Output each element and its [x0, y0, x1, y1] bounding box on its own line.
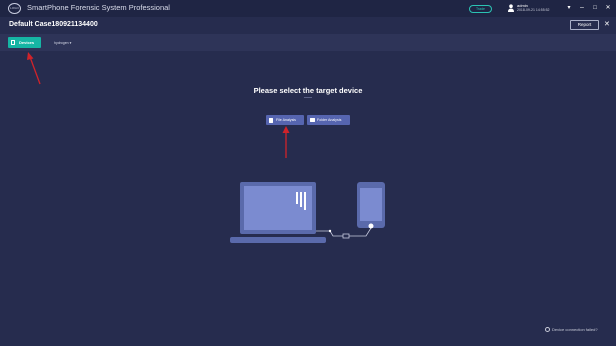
info-icon: [545, 327, 550, 332]
phone-illustration: [357, 182, 385, 229]
laptop-illustration: [230, 182, 326, 243]
device-connection-illustration: [230, 182, 385, 243]
usb-cable: [316, 227, 372, 239]
device-connection-failed-link[interactable]: Device connection failed?: [552, 327, 598, 332]
